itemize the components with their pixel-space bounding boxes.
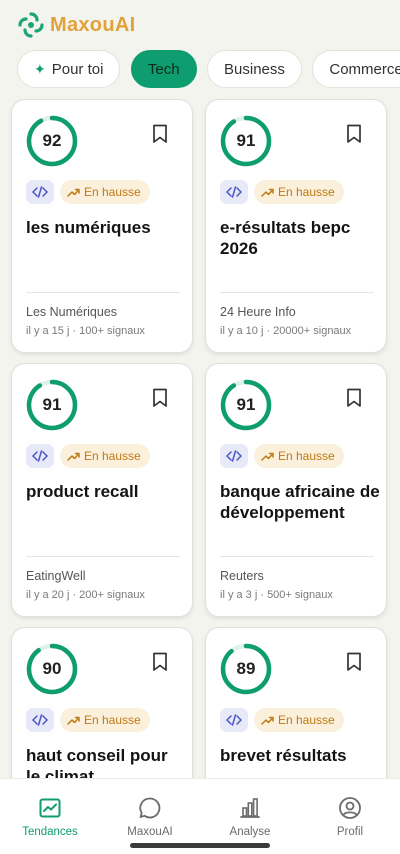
trend-label: En hausse [84,185,141,199]
trend-card[interactable]: 91 En hausse product recall EatingWell i… [11,363,193,617]
tab-tech[interactable]: Tech [130,50,197,88]
badge-row: En hausse [26,444,150,468]
badge-row: En hausse [220,444,344,468]
trend-label: En hausse [84,713,141,727]
trend-badge: En hausse [60,444,150,468]
score-value: 90 [42,659,62,678]
trend-card[interactable]: 92 En hausse les numériques Les Numériqu… [11,99,193,353]
source-name: 24 Heure Info [220,305,296,319]
tab-label: Commerce [329,60,400,78]
score-value: 92 [42,131,62,150]
score-ring: 91 [219,114,273,168]
nav-label: Tendances [22,826,78,838]
trending-up-icon [261,716,274,725]
bookmark-icon[interactable] [152,652,168,672]
tab-label: Tech [147,60,180,78]
chart-icon [39,798,61,818]
trend-badge: En hausse [60,708,150,732]
logo-icon [18,12,44,38]
badge-row: En hausse [26,708,150,732]
score-value: 91 [236,131,256,150]
trend-feed[interactable]: 92 En hausse les numériques Les Numériqu… [0,98,400,778]
code-icon [220,180,248,204]
trend-label: En hausse [84,449,141,463]
bookmark-icon[interactable] [346,652,362,672]
nav-label: Profil [336,826,364,838]
nav-tendances[interactable]: Tendances [0,779,100,854]
score-ring: 92 [25,114,79,168]
divider [26,292,180,293]
tab-label: Pour toi [51,60,104,78]
source-name: Reuters [220,569,264,583]
code-icon [26,708,54,732]
home-indicator [130,843,270,848]
trend-card[interactable]: 89 En hausse brevet résultats [205,627,387,778]
score-value: 89 [236,659,256,678]
trending-up-icon [261,452,274,461]
score-ring: 91 [25,378,79,432]
divider [220,556,374,557]
divider [220,292,374,293]
code-icon [26,180,54,204]
sparkle-icon: ✦ [34,60,46,77]
badge-row: En hausse [220,180,344,204]
badge-row: En hausse [220,708,344,732]
source-name: Les Numériques [26,305,118,319]
divider [26,556,180,557]
code-icon [220,444,248,468]
trend-badge: En hausse [60,180,150,204]
trending-up-icon [67,452,80,461]
tab-commerce[interactable]: Commerce [312,50,400,88]
score-value: 91 [42,395,62,414]
trending-up-icon [67,716,80,725]
bookmark-icon[interactable] [346,388,362,408]
trend-meta: il y a 15 j · 100+ signaux [26,325,145,337]
trend-title: haut conseil pour le climat [26,746,168,778]
trend-card[interactable]: 91 En hausse banque africaine de dévelop… [205,363,387,617]
tab-pour-toi[interactable]: ✦ Pour toi [17,50,121,88]
trend-meta: il y a 10 j · 20000+ signaux [220,325,352,337]
user-icon [339,797,361,819]
trend-card[interactable]: 90 En hausse haut conseil pour le climat [11,627,193,778]
app-brand-name: MaxouAI [50,13,136,36]
trend-title: e-résultats bepc 2026 [220,218,351,258]
nav-label: Analyse [229,826,271,838]
trend-meta: il y a 20 j · 200+ signaux [26,589,145,601]
category-tabs: ✦ Pour toi Tech Business Commerce [0,50,400,92]
trend-card[interactable]: 91 En hausse e-résultats bepc 2026 24 He… [205,99,387,353]
source-name: EatingWell [26,569,86,583]
trending-up-icon [261,188,274,197]
trend-label: En hausse [278,185,335,199]
trend-title: brevet résultats [220,746,347,765]
app-header: MaxouAI [0,0,400,50]
trend-label: En hausse [278,449,335,463]
badge-row: En hausse [26,180,150,204]
score-ring: 89 [219,642,273,696]
trend-title: product recall [26,482,139,501]
bar-chart-icon [240,798,260,818]
trend-badge: En hausse [254,444,344,468]
score-ring: 90 [25,642,79,696]
trend-label: En hausse [278,713,335,727]
chat-bubble-icon [139,797,161,819]
nav-profil[interactable]: Profil [300,779,400,854]
trending-up-icon [67,188,80,197]
tab-label: Business [224,60,285,78]
trend-badge: En hausse [254,708,344,732]
code-icon [220,708,248,732]
score-ring: 91 [219,378,273,432]
score-value: 91 [236,395,256,414]
bookmark-icon[interactable] [152,388,168,408]
trend-meta: il y a 3 j · 500+ signaux [220,589,333,601]
trend-badge: En hausse [254,180,344,204]
code-icon [26,444,54,468]
tab-business[interactable]: Business [207,50,302,88]
trend-title: banque africaine de développement [220,482,380,522]
trend-title: les numériques [26,218,151,237]
bookmark-icon[interactable] [346,124,362,144]
nav-label: MaxouAI [127,826,173,838]
bookmark-icon[interactable] [152,124,168,144]
